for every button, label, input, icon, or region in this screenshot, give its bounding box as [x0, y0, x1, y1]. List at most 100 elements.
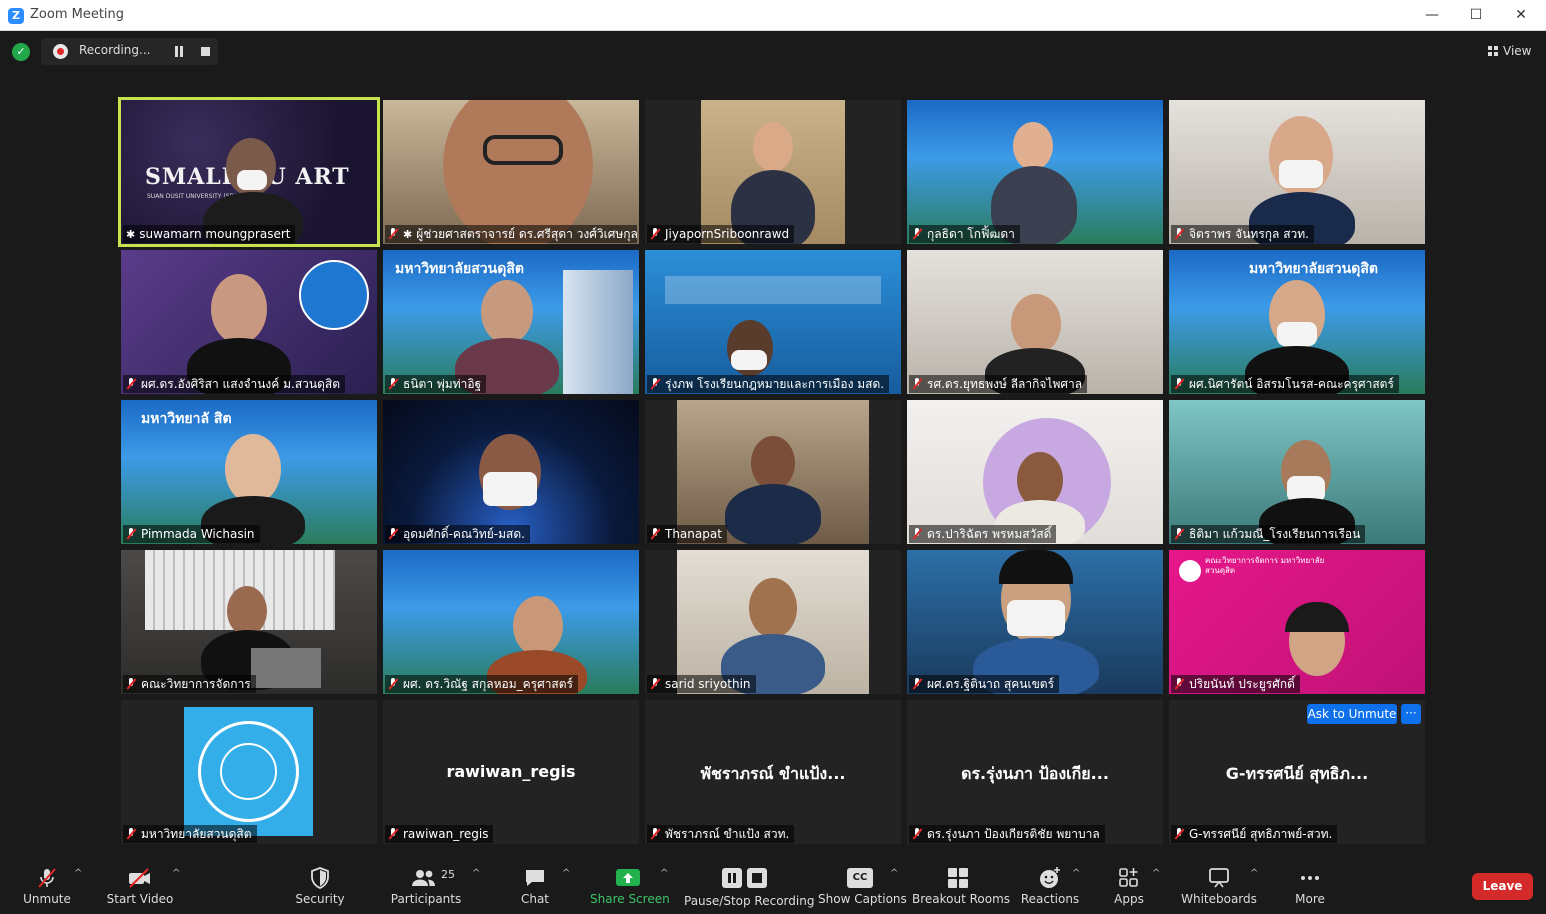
- face-mask: [483, 472, 537, 506]
- video-options-caret[interactable]: ^: [170, 858, 184, 914]
- participants-icon: [412, 870, 435, 886]
- share-screen-icon: [616, 869, 640, 886]
- video-tile[interactable]: มหาวิทยาลัยสวนดุสิต ผศ.นิศารัตน์ อิสรมโน…: [1169, 250, 1425, 394]
- participants-options-caret[interactable]: ^: [470, 858, 484, 914]
- video-tile[interactable]: ดร.รุ่งนภา ป้องเกีย... ดร.รุ่งนภา ป้องเก…: [907, 700, 1163, 844]
- whiteboards-button[interactable]: Whiteboards: [1180, 858, 1258, 914]
- participant-name: พัชราภรณ์ ขำแป้ง สวท.: [647, 825, 795, 843]
- ask-to-unmute-button[interactable]: Ask to Unmute: [1307, 704, 1397, 724]
- participants-count: 25: [441, 868, 455, 881]
- video-tile[interactable]: ดร.ปาริฉัตร พรหมสวัสดิ์: [907, 400, 1163, 544]
- grid-icon: [1488, 46, 1498, 56]
- video-tile[interactable]: คณะวิทยาการจัดการ: [121, 550, 377, 694]
- more-button[interactable]: More: [1286, 858, 1334, 914]
- muted-mic-icon: [388, 378, 398, 390]
- start-video-label: Start Video: [106, 892, 174, 906]
- participants-button[interactable]: 25 Participants: [388, 858, 464, 914]
- leave-button[interactable]: Leave: [1472, 873, 1533, 900]
- background-text: คณะวิทยาการจัดการ มหาวิทยาลัยสวนดุสิต: [1205, 556, 1325, 575]
- tile-more-button[interactable]: ···: [1401, 704, 1421, 724]
- view-label: View: [1503, 44, 1532, 58]
- video-tile[interactable]: SMALL BU ART SUAN DUSIT UNIVERSITY (SDU)…: [118, 97, 380, 247]
- muted-mic-icon: [1174, 528, 1184, 540]
- video-tile[interactable]: คณะวิทยาการจัดการ มหาวิทยาลัยสวนดุสิต ปร…: [1169, 550, 1425, 694]
- stop-recording-icon[interactable]: [201, 47, 210, 56]
- breakout-rooms-icon: [948, 868, 968, 888]
- maximize-button[interactable]: ☐: [1463, 4, 1489, 26]
- video-tile[interactable]: ผศ.ดร.ฐิตินาถ สุคนเขตร์: [907, 550, 1163, 694]
- muted-mic-icon: [1174, 378, 1184, 390]
- face-mask: [1277, 322, 1317, 346]
- security-button[interactable]: Security: [288, 858, 352, 914]
- video-tile[interactable]: มหาวิทยาลัยสวนดุสิต ธนิตา พุ่มท่าอิฐ: [383, 250, 639, 394]
- share-screen-button[interactable]: Share Screen: [590, 858, 670, 914]
- background-text: มหาวิทยาลัยสวนดุสิต: [395, 261, 524, 277]
- more-label: More: [1295, 892, 1325, 906]
- whiteboards-options-caret[interactable]: ^: [1248, 858, 1262, 914]
- muted-mic-icon: [388, 828, 398, 840]
- muted-mic-icon: [38, 868, 56, 888]
- video-tile[interactable]: พัชราภรณ์ ขำแป้ง... พัชราภรณ์ ขำแป้ง สวท…: [645, 700, 901, 844]
- participant-name: รศ.ดร.ยุทธพงษ์ ลีลากิจไพศาล: [909, 375, 1088, 393]
- video-tile[interactable]: กุลธิดา โกฟิ้ฒดา: [907, 100, 1163, 244]
- view-button[interactable]: View: [1482, 40, 1537, 62]
- pause-recording-icon[interactable]: [174, 46, 184, 57]
- gallery-view: SMALL BU ART SUAN DUSIT UNIVERSITY (SDU)…: [118, 97, 1425, 844]
- minimize-button[interactable]: —: [1419, 4, 1445, 26]
- start-video-button[interactable]: Start Video: [104, 858, 176, 914]
- chat-button[interactable]: Chat: [510, 858, 560, 914]
- captions-options-caret[interactable]: ^: [888, 858, 902, 914]
- participant-name: ธิติมา แก้วมณี_โรงเรียนการเรือน: [1171, 525, 1366, 543]
- muted-mic-icon: [1174, 828, 1184, 840]
- participant-face: [751, 436, 795, 490]
- window-title: Zoom Meeting: [30, 7, 125, 22]
- video-tile[interactable]: sarid sriyothin: [645, 550, 901, 694]
- video-tile[interactable]: จิตราพร จันทรกุล สวท.: [1169, 100, 1425, 244]
- video-tile[interactable]: rawiwan_regis rawiwan_regis: [383, 700, 639, 844]
- participant-name: ดร.ปาริฉัตร พรหมสวัสดิ์: [909, 525, 1057, 543]
- participant-name: Thanapat: [647, 525, 727, 543]
- video-tile[interactable]: ธิติมา แก้วมณี_โรงเรียนการเรือน: [1169, 400, 1425, 544]
- video-tile[interactable]: รศ.ดร.ยุทธพงษ์ ลีลากิจไพศาล: [907, 250, 1163, 394]
- audio-options-caret[interactable]: ^: [72, 858, 86, 914]
- unmute-button[interactable]: Unmute: [14, 858, 80, 914]
- face-mask: [1279, 160, 1323, 188]
- share-options-caret[interactable]: ^: [658, 858, 672, 914]
- chevron-up-icon: ^: [1250, 868, 1259, 879]
- university-logo: [299, 260, 369, 330]
- muted-mic-icon: [912, 828, 922, 840]
- video-tile[interactable]: ผศ.ดร.อังศิริสา แสงจำนงค์ ม.สวนดุสิต: [121, 250, 377, 394]
- participant-display-name: พัชราภรณ์ ขำแป้ง...: [700, 764, 846, 783]
- shield-check-icon[interactable]: ✓: [12, 43, 30, 61]
- video-tile[interactable]: ผศ. ดร.วิณัฐ สกุลหอม_ครุศาสตร์: [383, 550, 639, 694]
- video-tile[interactable]: มหาวิทยาลั สิต Pimmada Wichasin: [121, 400, 377, 544]
- chat-label: Chat: [520, 892, 550, 906]
- muted-mic-icon: [126, 528, 136, 540]
- apps-options-caret[interactable]: ^: [1150, 858, 1164, 914]
- faculty-logo: [1179, 560, 1201, 582]
- reactions-options-caret[interactable]: ^: [1070, 858, 1084, 914]
- apps-button[interactable]: Apps: [1106, 858, 1152, 914]
- pause-stop-recording-button[interactable]: Pause/Stop Recording: [684, 858, 814, 914]
- participant-body: [725, 484, 821, 544]
- apps-label: Apps: [1114, 892, 1144, 906]
- chevron-up-icon: ^: [660, 868, 669, 879]
- video-tile[interactable]: JiyapornSriboonrawd: [645, 100, 901, 244]
- participant-video: [513, 596, 563, 656]
- video-tile[interactable]: Thanapat: [645, 400, 901, 544]
- hair: [999, 550, 1073, 584]
- whiteboards-label: Whiteboards: [1181, 892, 1257, 906]
- chat-options-caret[interactable]: ^: [560, 858, 574, 914]
- video-tile[interactable]: ✱ ผู้ช่วยศาสตราจารย์ ดร.ศรีสุดา วงศ์วิเศษ…: [383, 100, 639, 244]
- participant-name: rawiwan_regis: [385, 825, 494, 843]
- close-button[interactable]: ✕: [1508, 4, 1534, 26]
- title-bar: Z Zoom Meeting — ☐ ✕: [0, 0, 1546, 31]
- breakout-rooms-button[interactable]: Breakout Rooms: [912, 858, 1010, 914]
- recording-label: Recording...: [79, 43, 151, 57]
- participant-video: [443, 100, 593, 244]
- video-tile[interactable]: รุ่งภพ โรงเรียนกฎหมายและการเมือง มสด.: [645, 250, 901, 394]
- video-off-icon: [129, 868, 150, 888]
- video-tile[interactable]: อุดมศักดิ์-คณวิทย์-มสด.: [383, 400, 639, 544]
- video-tile[interactable]: มหาวิทยาลัยสวนดุสิต: [121, 700, 377, 844]
- participant-video: [227, 586, 267, 636]
